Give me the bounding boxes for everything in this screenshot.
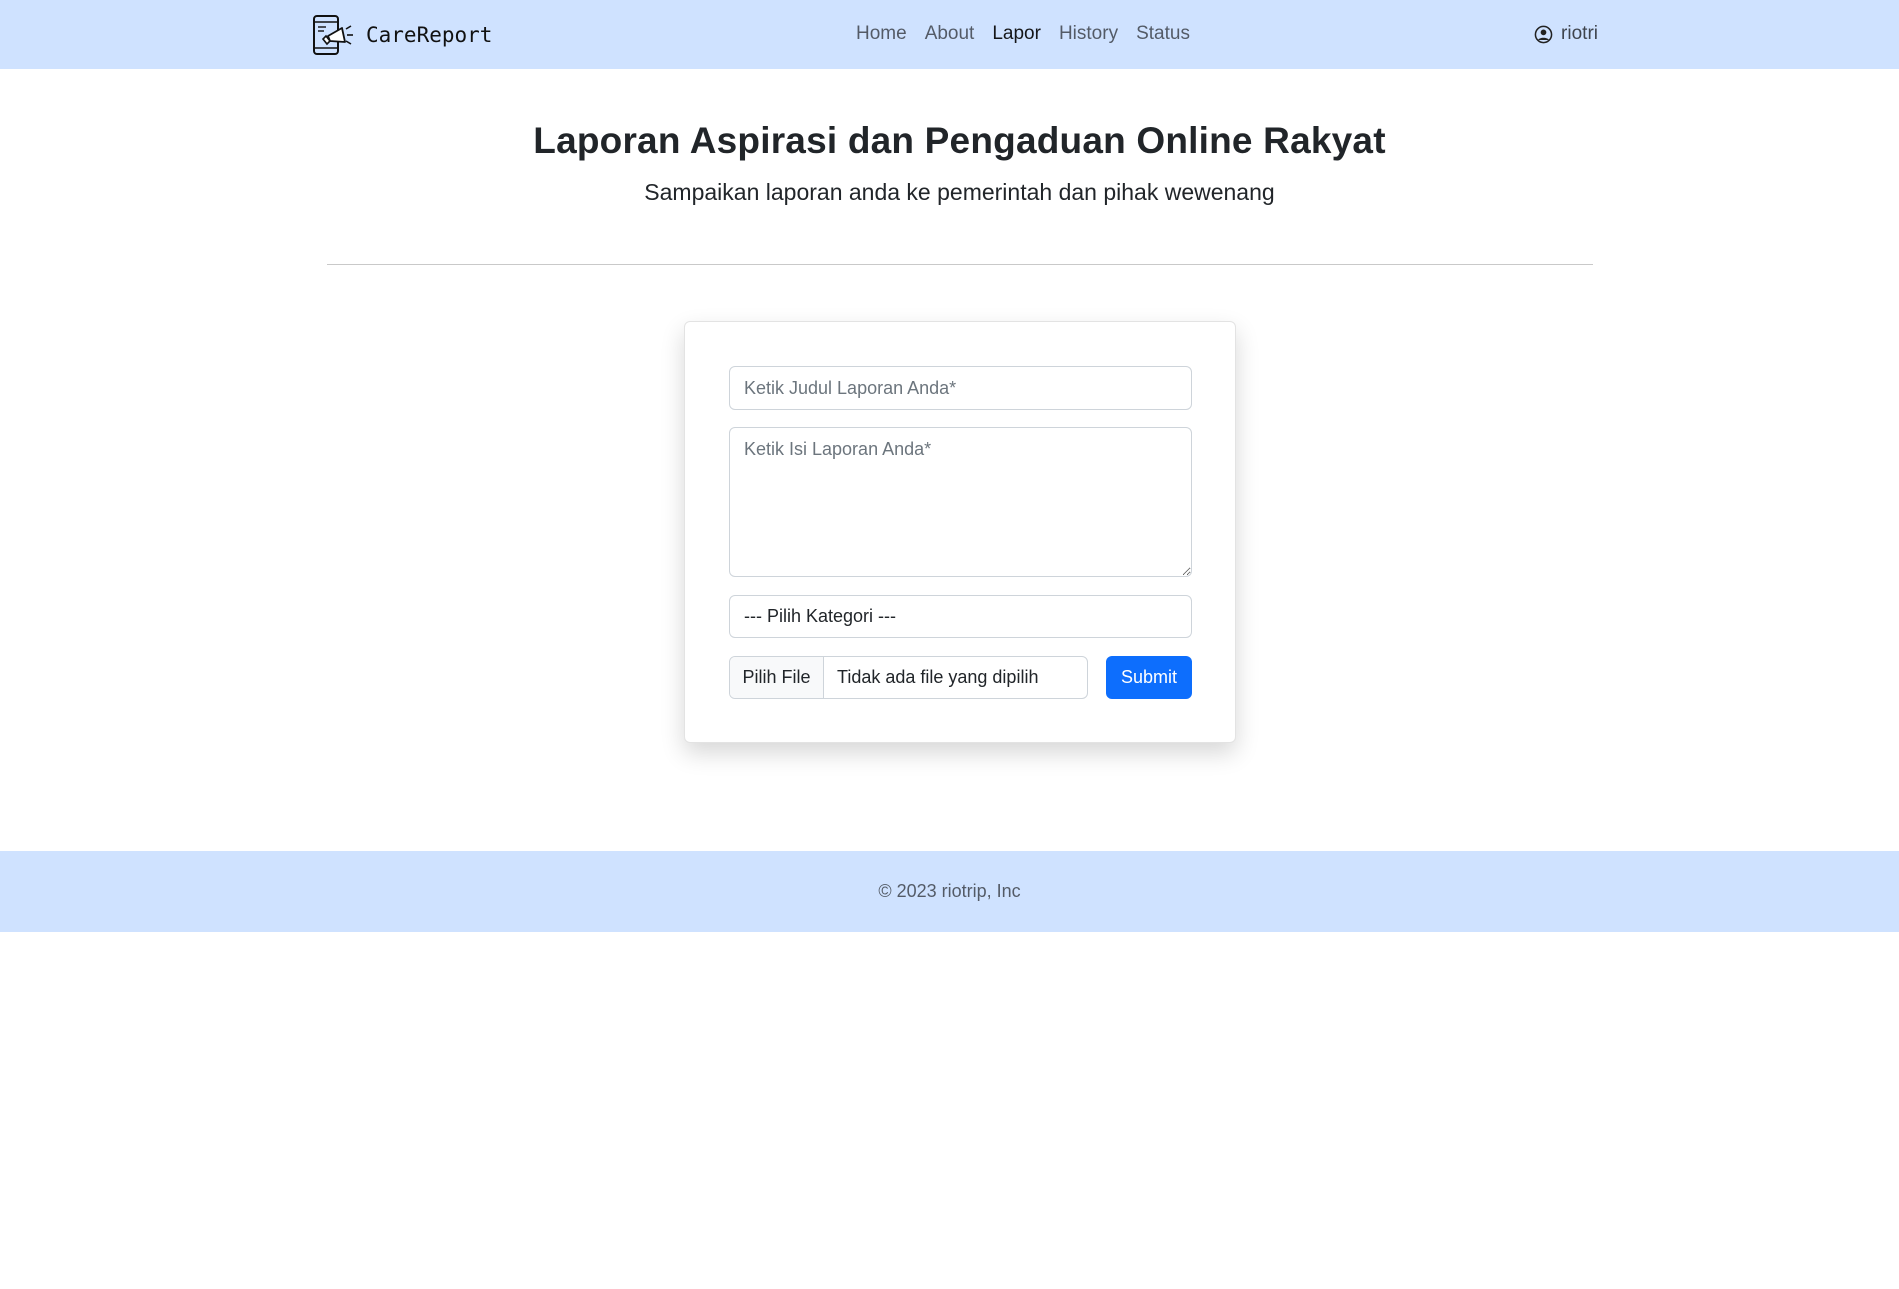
divider — [327, 264, 1593, 265]
report-form-card: --- Pilih Kategori --- Pilih File Tidak … — [684, 321, 1236, 743]
category-selected-value: --- Pilih Kategori --- — [744, 606, 897, 626]
nav-home[interactable]: Home — [856, 23, 907, 45]
nav-about[interactable]: About — [925, 23, 975, 45]
report-content-textarea[interactable] — [729, 427, 1192, 577]
file-input[interactable]: Pilih File Tidak ada file yang dipilih — [729, 656, 1088, 699]
page-title: Laporan Aspirasi dan Pengaduan Online Ra… — [533, 120, 1386, 161]
user-circle-icon — [1534, 25, 1553, 43]
megaphone-phone-icon — [313, 15, 353, 55]
file-status-text: Tidak ada file yang dipilih — [837, 667, 1039, 687]
nav-lapor[interactable]: Lapor — [992, 23, 1041, 45]
page-subtitle: Sampaikan laporan anda ke pemerintah dan… — [644, 179, 1275, 205]
navbar: CareReport Home About Lapor History Stat… — [0, 0, 1899, 69]
report-title-input[interactable] — [729, 366, 1192, 410]
brand-name: CareReport — [366, 23, 493, 47]
nav-links: Home About Lapor History Status — [856, 23, 1190, 45]
user-name: riotri — [1561, 23, 1598, 44]
hero: Laporan Aspirasi dan Pengaduan Online Ra… — [0, 120, 1899, 206]
user-menu[interactable]: riotri — [1534, 23, 1598, 45]
footer-copyright: © 2023 riotrip, Inc — [878, 881, 1021, 901]
nav-history[interactable]: History — [1059, 23, 1118, 45]
brand-link[interactable]: CareReport — [312, 14, 492, 56]
submit-button[interactable]: Submit — [1106, 656, 1192, 699]
nav-status[interactable]: Status — [1136, 23, 1190, 45]
category-select[interactable]: --- Pilih Kategori --- — [729, 595, 1192, 638]
choose-file-button[interactable]: Pilih File — [730, 657, 824, 698]
footer: © 2023 riotrip, Inc — [0, 851, 1899, 932]
